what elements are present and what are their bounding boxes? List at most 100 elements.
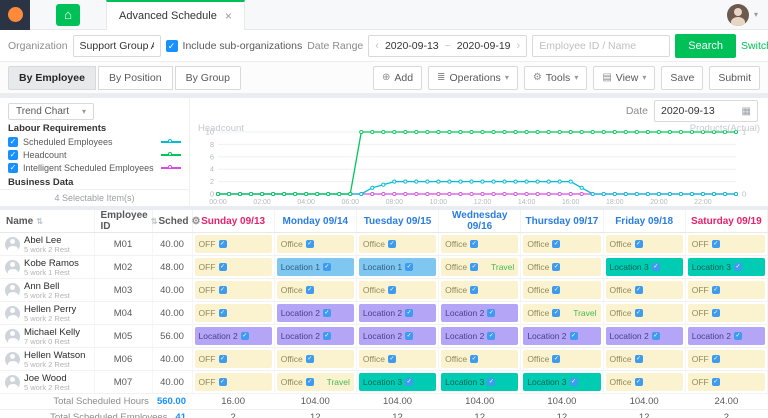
shift-block[interactable]: Office✓ <box>606 281 683 299</box>
shift-cell[interactable]: Office✓Travel <box>521 302 603 325</box>
column-header-sched[interactable]: Sched⚙ <box>152 210 192 233</box>
date-end-value[interactable]: 2020-09-19 <box>457 40 511 52</box>
shift-block[interactable]: OFF✓ <box>688 235 765 253</box>
add-button[interactable]: ⊕ Add <box>373 66 422 90</box>
shift-block[interactable]: Location 3✓ <box>523 373 600 391</box>
employee-name-cell[interactable]: Joe Wood5 work 2 Rest <box>0 371 94 394</box>
shift-block[interactable]: Location 2✓ <box>523 327 600 345</box>
shift-block[interactable]: OFF✓ <box>688 373 765 391</box>
shift-block[interactable]: Office✓ <box>523 235 600 253</box>
shift-cell[interactable]: Location 3✓ <box>685 256 767 279</box>
shift-cell[interactable]: Office✓ <box>603 279 685 302</box>
employee-name-cell[interactable]: Michael Kelly7 work 0 Rest <box>0 325 94 348</box>
search-button[interactable]: Search <box>675 34 736 58</box>
shift-cell[interactable]: Office✓ <box>521 256 603 279</box>
shift-block[interactable]: Location 2✓ <box>688 327 765 345</box>
checkbox-checked-icon[interactable]: ✓ <box>8 137 18 147</box>
tab-by-employee[interactable]: By Employee <box>8 66 96 90</box>
shift-cell[interactable]: Location 2✓ <box>439 302 521 325</box>
employee-name-cell[interactable]: Abel Lee5 work 2 Rest <box>0 233 94 256</box>
shift-block[interactable]: Office✓ <box>441 281 518 299</box>
date-start-value[interactable]: 2020-09-13 <box>385 40 439 52</box>
checkbox-checked-icon[interactable]: ✓ <box>8 150 18 160</box>
shift-block[interactable]: Location 2✓ <box>441 304 518 322</box>
shift-block[interactable]: Office✓ <box>523 258 600 276</box>
shift-cell[interactable]: Office✓ <box>356 279 438 302</box>
shift-cell[interactable]: OFF✓ <box>685 371 767 394</box>
shift-block[interactable]: Office✓ <box>523 281 600 299</box>
legend-item[interactable]: ✓Scheduled Employees <box>0 135 189 148</box>
shift-cell[interactable]: Office✓ <box>603 302 685 325</box>
shift-cell[interactable]: Office✓ <box>356 348 438 371</box>
user-avatar[interactable] <box>727 4 749 26</box>
shift-block[interactable]: Location 1✓ <box>359 258 436 276</box>
shift-block[interactable]: OFF✓ <box>688 350 765 368</box>
shift-cell[interactable]: Office✓ <box>603 233 685 256</box>
shift-cell[interactable]: Office✓ <box>439 348 521 371</box>
shift-block[interactable]: Location 3✓ <box>688 258 765 276</box>
shift-cell[interactable]: OFF✓ <box>192 279 274 302</box>
prev-week-icon[interactable]: ‹ <box>375 40 379 52</box>
shift-cell[interactable]: Location 1✓ <box>356 256 438 279</box>
employee-name-cell[interactable]: Hellen Watson5 work 2 Rest <box>0 348 94 371</box>
shift-cell[interactable]: Location 2✓ <box>521 325 603 348</box>
shift-block[interactable]: Office✓ <box>359 235 436 253</box>
shift-block[interactable]: Location 2✓ <box>195 327 272 345</box>
column-header-day[interactable]: Monday 09/14 <box>274 210 356 233</box>
shift-cell[interactable]: Location 2✓ <box>439 325 521 348</box>
date-range-picker[interactable]: ‹ 2020-09-13 ~ 2020-09-19 › <box>368 35 527 57</box>
legend-item[interactable]: ✓Intelligent Scheduled Employees <box>0 161 189 174</box>
shift-block[interactable]: Office✓ <box>359 350 436 368</box>
save-button[interactable]: Save <box>661 66 703 90</box>
shift-cell[interactable]: Location 1✓ <box>274 256 356 279</box>
shift-block[interactable]: Office✓ <box>277 281 354 299</box>
trend-chart-selector[interactable]: Trend Chart ▾ <box>8 103 94 120</box>
submit-button[interactable]: Submit <box>709 66 760 90</box>
shift-cell[interactable]: OFF✓ <box>192 348 274 371</box>
employee-search-input[interactable] <box>532 35 670 57</box>
view-button[interactable]: ▤ View ▾ <box>593 66 655 90</box>
shift-cell[interactable]: Office✓ <box>521 279 603 302</box>
column-header-day[interactable]: Sunday 09/13 <box>192 210 274 233</box>
shift-cell[interactable]: OFF✓ <box>685 302 767 325</box>
organization-input[interactable] <box>73 35 161 57</box>
shift-block[interactable]: Office✓ <box>606 304 683 322</box>
shift-cell[interactable]: Location 3✓ <box>521 371 603 394</box>
shift-block[interactable]: Office✓ <box>523 350 600 368</box>
shift-block[interactable]: OFF✓ <box>195 281 272 299</box>
tab-close-icon[interactable]: × <box>225 9 232 23</box>
employee-name-cell[interactable]: Kobe Ramos5 work 1 Rest <box>0 256 94 279</box>
column-header-day[interactable]: Friday 09/18 <box>603 210 685 233</box>
chart-date-picker[interactable]: 2020-09-13 ▦ <box>654 100 758 122</box>
shift-block[interactable]: Office✓ <box>606 235 683 253</box>
column-header-day[interactable]: Wednesday 09/16 <box>439 210 521 233</box>
shift-cell[interactable]: Location 2✓ <box>274 325 356 348</box>
column-header-day[interactable]: Thursday 09/17 <box>521 210 603 233</box>
shift-block[interactable]: Location 3✓ <box>359 373 436 391</box>
shift-block[interactable]: Office✓ <box>359 281 436 299</box>
shift-block[interactable]: Office✓ <box>441 235 518 253</box>
employee-name-cell[interactable]: Ann Bell5 work 2 Rest <box>0 279 94 302</box>
tab-by-position[interactable]: By Position <box>98 66 173 90</box>
shift-cell[interactable]: Location 2✓ <box>356 325 438 348</box>
shift-block[interactable]: Office✓ <box>441 350 518 368</box>
legend-item[interactable]: ✓Headcount <box>0 148 189 161</box>
sort-icon[interactable]: ⇅ <box>151 217 158 226</box>
shift-cell[interactable]: OFF✓ <box>192 256 274 279</box>
column-header-day[interactable]: Tuesday 09/15 <box>356 210 438 233</box>
shift-block[interactable]: OFF✓ <box>688 281 765 299</box>
user-menu[interactable]: ▾ <box>727 4 768 26</box>
shift-block[interactable]: Location 2✓ <box>359 327 436 345</box>
column-settings-gear-icon[interactable]: ⚙ <box>192 216 201 227</box>
shift-block[interactable]: OFF✓ <box>195 304 272 322</box>
shift-block[interactable]: OFF✓ <box>195 258 272 276</box>
shift-block[interactable]: Location 3✓ <box>606 258 683 276</box>
column-header-name[interactable]: Name⇅ <box>0 210 94 233</box>
operations-button[interactable]: ≣ Operations ▾ <box>428 66 518 90</box>
shift-cell[interactable]: Office✓ <box>521 348 603 371</box>
shift-cell[interactable]: Location 3✓ <box>603 256 685 279</box>
shift-block[interactable]: Location 2✓ <box>441 327 518 345</box>
shift-block[interactable]: OFF✓ <box>195 235 272 253</box>
shift-block[interactable]: OFF✓ <box>195 373 272 391</box>
shift-cell[interactable]: Office✓ <box>274 348 356 371</box>
